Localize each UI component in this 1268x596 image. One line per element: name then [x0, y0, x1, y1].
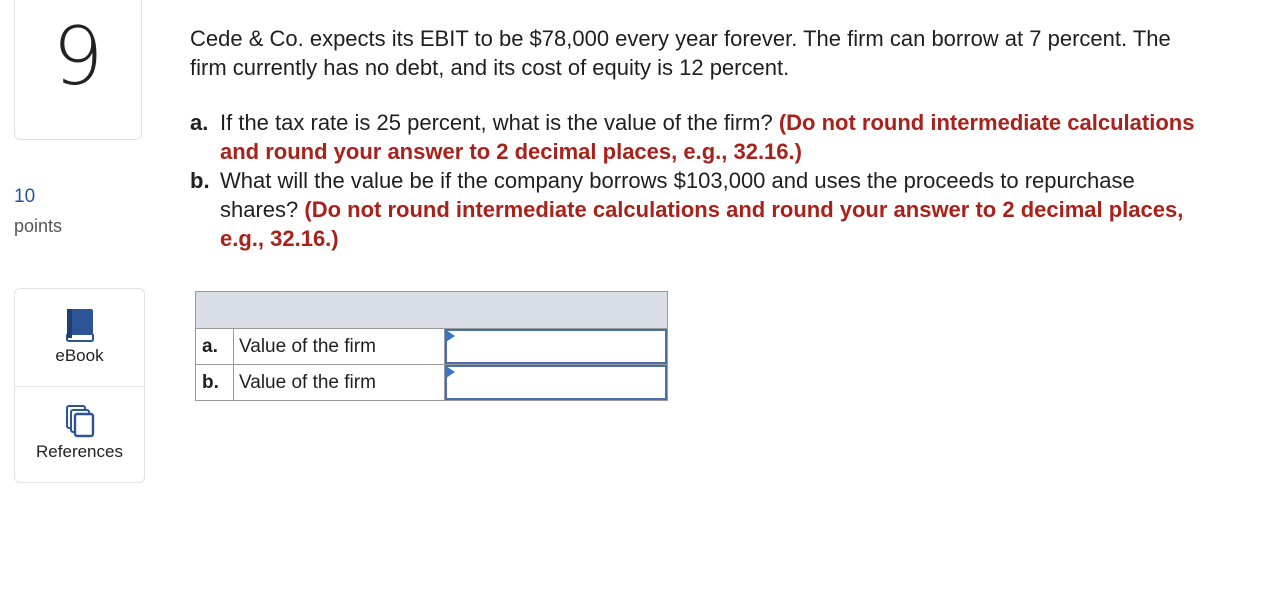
points-value: 10: [14, 186, 36, 207]
answer-table: a. Value of the firm b. Value of the fir…: [195, 291, 668, 401]
row-b-input-cell: [444, 364, 668, 401]
row-b-letter: b.: [195, 364, 234, 401]
row-b-label: Value of the firm: [233, 364, 445, 401]
table-row: a. Value of the firm: [195, 328, 668, 365]
part-b-letter: b.: [190, 168, 210, 193]
book-icon: [65, 308, 95, 347]
answer-flag-icon: [446, 366, 455, 378]
answer-table-header: [195, 291, 668, 329]
ebook-label: eBook: [55, 346, 104, 365]
ebook-button[interactable]: eBook: [15, 289, 144, 387]
points-label: points: [14, 216, 63, 236]
row-a-letter: a.: [195, 328, 234, 365]
tools-panel: eBook References: [14, 288, 145, 483]
part-b-instruction: (Do not round intermediate calculations …: [220, 197, 1184, 251]
question-text: Cede & Co. expects its EBIT to be $78,00…: [190, 26, 1171, 80]
question-number: 9: [52, 10, 104, 103]
references-button[interactable]: References: [15, 386, 144, 483]
row-a-label: Value of the firm: [233, 328, 445, 365]
value-of-firm-a-input[interactable]: [445, 329, 667, 364]
answer-flag-icon: [446, 330, 455, 342]
copy-pages-icon: [65, 404, 95, 443]
part-a-text: If the tax rate is 25 percent, what is t…: [220, 110, 779, 135]
value-of-firm-b-input[interactable]: [445, 365, 667, 400]
table-row: b. Value of the firm: [195, 364, 668, 401]
question-parts: a. If the tax rate is 25 percent, what i…: [190, 108, 1200, 253]
references-label: References: [36, 442, 123, 461]
part-b: b. What will the value be if the company…: [190, 166, 1200, 253]
answer-table-header-cell: [195, 291, 668, 329]
part-a-letter: a.: [190, 110, 209, 135]
question-number-card: 9: [14, 0, 142, 140]
part-a: a. If the tax rate is 25 percent, what i…: [190, 108, 1200, 166]
row-a-input-cell: [444, 328, 668, 365]
